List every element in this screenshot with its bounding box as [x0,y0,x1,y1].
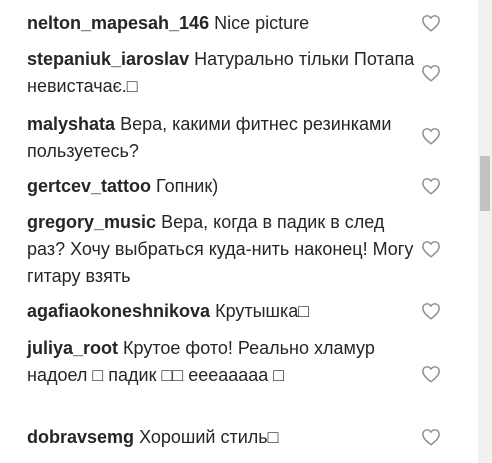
like-button[interactable] [420,301,442,321]
heart-outline-icon [422,128,440,145]
comment-body: malyshata Вера, какими фитнес резинками … [27,111,415,165]
comment-item: stepaniuk_iaroslav Натурально тільки Пот… [27,46,415,100]
like-button[interactable] [420,126,442,146]
comment-text: Гопник) [156,176,219,196]
comment-text: Nice picture [214,13,310,33]
heart-outline-icon [422,178,440,195]
comment-item: gertcev_tattoo Гопник) [27,173,415,200]
comment-body: agafiaokoneshnikova Крутышка□ [27,298,415,325]
like-button[interactable] [420,176,442,196]
heart-outline-icon [422,241,440,258]
heart-outline-icon [422,429,440,446]
comments-panel: nelton_mapesah_146 Nice picture stepaniu… [0,0,478,463]
like-button[interactable] [420,239,442,259]
comment-text: Крутышка□ [215,301,310,321]
like-button[interactable] [420,13,442,33]
like-button[interactable] [420,364,442,384]
comment-body: stepaniuk_iaroslav Натурально тільки Пот… [27,46,415,100]
comment-username-link[interactable]: nelton_mapesah_146 [27,13,209,33]
scrollbar-thumb[interactable] [480,156,490,211]
comment-body: dobravsemg Хороший стиль□ [27,424,415,451]
comment-body: gertcev_tattoo Гопник) [27,173,415,200]
heart-outline-icon [422,366,440,383]
comment-body: juliya_root Крутое фото! Реально хламур … [27,335,415,389]
comment-item: nelton_mapesah_146 Nice picture [27,10,415,37]
comment-item: dobravsemg Хороший стиль□ [27,424,415,451]
comment-item: agafiaokoneshnikova Крутышка□ [27,298,415,325]
comment-item: gregory_music Вера, когда в падик в след… [27,209,415,290]
comment-item: malyshata Вера, какими фитнес резинками … [27,111,415,165]
comment-item: juliya_root Крутое фото! Реально хламур … [27,335,415,389]
heart-outline-icon [422,65,440,82]
like-button[interactable] [420,427,442,447]
heart-outline-icon [422,15,440,32]
comment-username-link[interactable]: gertcev_tattoo [27,176,151,196]
heart-outline-icon [422,303,440,320]
comment-username-link[interactable]: agafiaokoneshnikova [27,301,210,321]
scrollbar-track[interactable] [478,0,492,463]
comment-username-link[interactable]: gregory_music [27,212,156,232]
comment-body: nelton_mapesah_146 Nice picture [27,10,415,37]
comment-username-link[interactable]: dobravsemg [27,427,134,447]
comment-text: Хороший стиль□ [139,427,279,447]
comment-body: gregory_music Вера, когда в падик в след… [27,209,415,290]
comment-username-link[interactable]: stepaniuk_iaroslav [27,49,189,69]
like-button[interactable] [420,63,442,83]
comment-username-link[interactable]: juliya_root [27,338,118,358]
comment-username-link[interactable]: malyshata [27,114,115,134]
